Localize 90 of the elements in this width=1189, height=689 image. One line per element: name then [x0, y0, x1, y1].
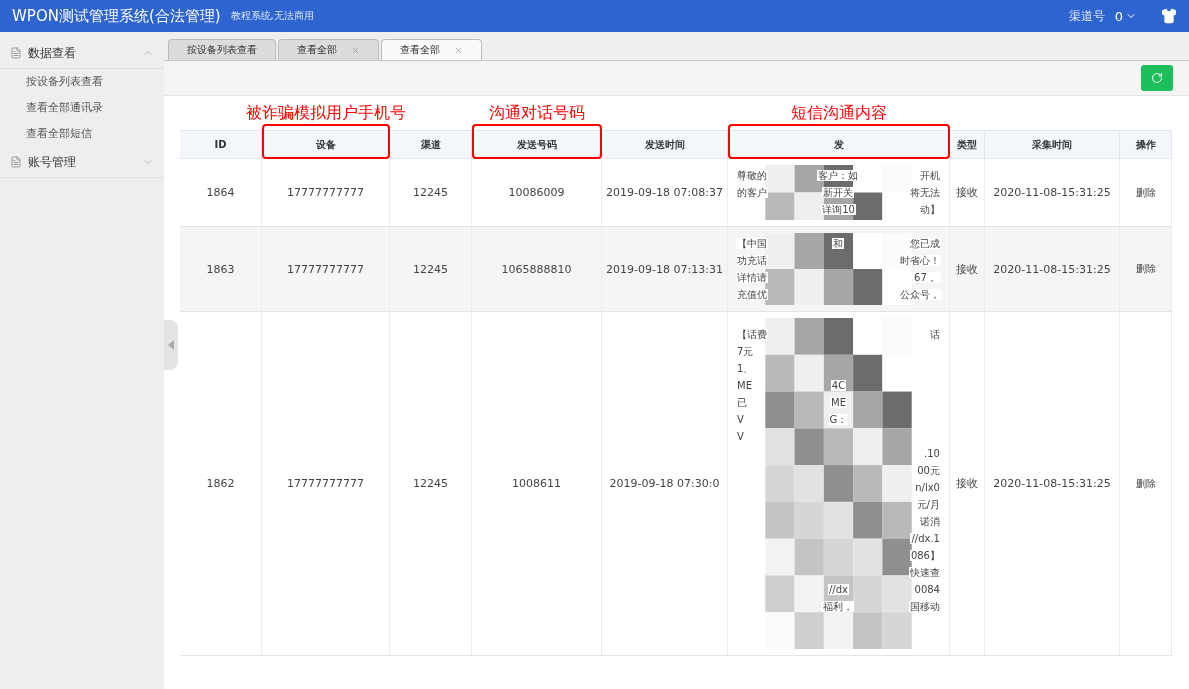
- message-fragment: 国移动: [909, 600, 941, 612]
- table-cell: 2020-11-08-15:31:25: [985, 312, 1120, 656]
- shirt-icon[interactable]: [1161, 8, 1177, 24]
- sidebar-item[interactable]: 按设备列表查看: [0, 69, 164, 95]
- table-cell: 1065888810: [472, 227, 602, 312]
- message-fragment: ME: [736, 380, 753, 391]
- table-cell: 1863: [180, 227, 262, 312]
- tab[interactable]: 查看全部: [381, 39, 482, 60]
- column-header: 发送时间: [602, 130, 728, 159]
- table-cell: 12245: [390, 227, 472, 312]
- message-fragment: 的客户: [736, 186, 768, 198]
- table-cell: 10086009: [472, 159, 602, 227]
- message-fragment: 福利，: [822, 600, 855, 612]
- message-fragment: //dx.1: [910, 533, 941, 544]
- message-fragment: ME: [830, 397, 847, 408]
- message-fragment: 详情请: [736, 271, 768, 283]
- table-cell: 17777777777: [262, 312, 390, 656]
- refresh-icon: [1151, 72, 1163, 84]
- message-fragment: 公众号，: [899, 288, 941, 300]
- message-fragment: 67 。: [913, 271, 941, 283]
- tab[interactable]: 按设备列表查看: [168, 39, 276, 60]
- table-cell: 2020-11-08-15:31:25: [985, 227, 1120, 312]
- table-cell: 1008611: [472, 312, 602, 656]
- channel-dropdown[interactable]: 0: [1114, 8, 1137, 24]
- message-fragment: 详询10: [821, 203, 856, 215]
- message-fragment: 客户：如: [817, 169, 860, 181]
- message-fragment: 您已成: [909, 237, 941, 249]
- table-cell: 2020-11-08-15:31:25: [985, 159, 1120, 227]
- message-fragment: 元/月: [915, 498, 941, 510]
- annotation-label: 沟通对话号码: [489, 102, 585, 124]
- message-fragment: 【中国: [736, 237, 768, 249]
- column-header: 设备: [262, 130, 390, 159]
- table-cell: 接收: [950, 227, 985, 312]
- table-cell: 1864: [180, 159, 262, 227]
- close-icon[interactable]: [454, 45, 463, 55]
- column-header: 采集时间: [985, 130, 1120, 159]
- refresh-button[interactable]: [1141, 65, 1173, 91]
- message-fragment: 4C: [830, 380, 847, 391]
- column-header: 发送号码: [472, 130, 602, 159]
- sidebar-item[interactable]: 查看全部通讯录: [0, 95, 164, 121]
- tab[interactable]: 查看全部: [278, 39, 379, 60]
- message-fragment: G：: [828, 413, 849, 425]
- app-title: WPON测试管理系统(合法管理): [12, 6, 221, 26]
- document-icon: [10, 47, 22, 59]
- delete-link[interactable]: 删除: [1135, 185, 1156, 200]
- message-fragment: 00元: [916, 464, 941, 476]
- message-fragment: 功充话: [736, 254, 768, 266]
- column-header: 操作: [1120, 130, 1172, 159]
- table-cell: 1862: [180, 312, 262, 656]
- table-cell: 接收: [950, 312, 985, 656]
- message-fragment: 和: [832, 237, 845, 249]
- message-fragment: n/lx0: [914, 482, 941, 493]
- table-cell: 2019-09-18 07:30:0: [602, 312, 728, 656]
- column-header: 类型: [950, 130, 985, 159]
- table-cell: 接收: [950, 159, 985, 227]
- message-fragment: 快速查: [909, 566, 941, 578]
- table-cell: 12245: [390, 312, 472, 656]
- close-icon[interactable]: [351, 45, 360, 55]
- column-header: ID: [180, 130, 262, 159]
- message-fragment: 将无法: [909, 186, 941, 198]
- message-fragment: 7元: [736, 345, 755, 357]
- message-fragment: 新开关: [822, 186, 855, 198]
- channel-label: 渠道号: [1068, 7, 1105, 25]
- annotation-label: 被诈骗模拟用户手机号: [246, 102, 406, 124]
- message-fragment: 充值优: [736, 288, 768, 300]
- message-fragment: 0084: [913, 584, 941, 595]
- message-fragment: 开机: [919, 169, 941, 181]
- annotation-label: 短信沟通内容: [791, 102, 887, 124]
- table-cell: 12245: [390, 159, 472, 227]
- message-fragment: //dx: [828, 584, 849, 595]
- table-cell: 2019-09-18 07:08:37: [602, 159, 728, 227]
- column-header: 发: [728, 130, 950, 159]
- message-fragment: 话: [929, 328, 941, 340]
- table-cell: 17777777777: [262, 227, 390, 312]
- document-icon: [10, 156, 22, 168]
- message-fragment: V: [736, 431, 745, 442]
- column-header: 渠道: [390, 130, 472, 159]
- message-fragment: 已: [736, 396, 748, 408]
- table-cell: 2019-09-18 07:13:31: [602, 227, 728, 312]
- delete-link[interactable]: 删除: [1135, 476, 1156, 491]
- app-subtitle: 教程系统,无法商用: [230, 9, 314, 23]
- message-fragment: V: [736, 414, 745, 425]
- delete-link[interactable]: 删除: [1135, 262, 1156, 276]
- collapse-handle[interactable]: [164, 320, 178, 370]
- sidebar-item[interactable]: 查看全部短信: [0, 121, 164, 147]
- table-cell: 17777777777: [262, 159, 390, 227]
- message-fragment: 时省心！: [899, 254, 941, 266]
- message-fragment: 尊敬的: [736, 169, 768, 181]
- message-fragment: .10: [923, 448, 941, 459]
- message-fragment: 诺消: [919, 515, 941, 527]
